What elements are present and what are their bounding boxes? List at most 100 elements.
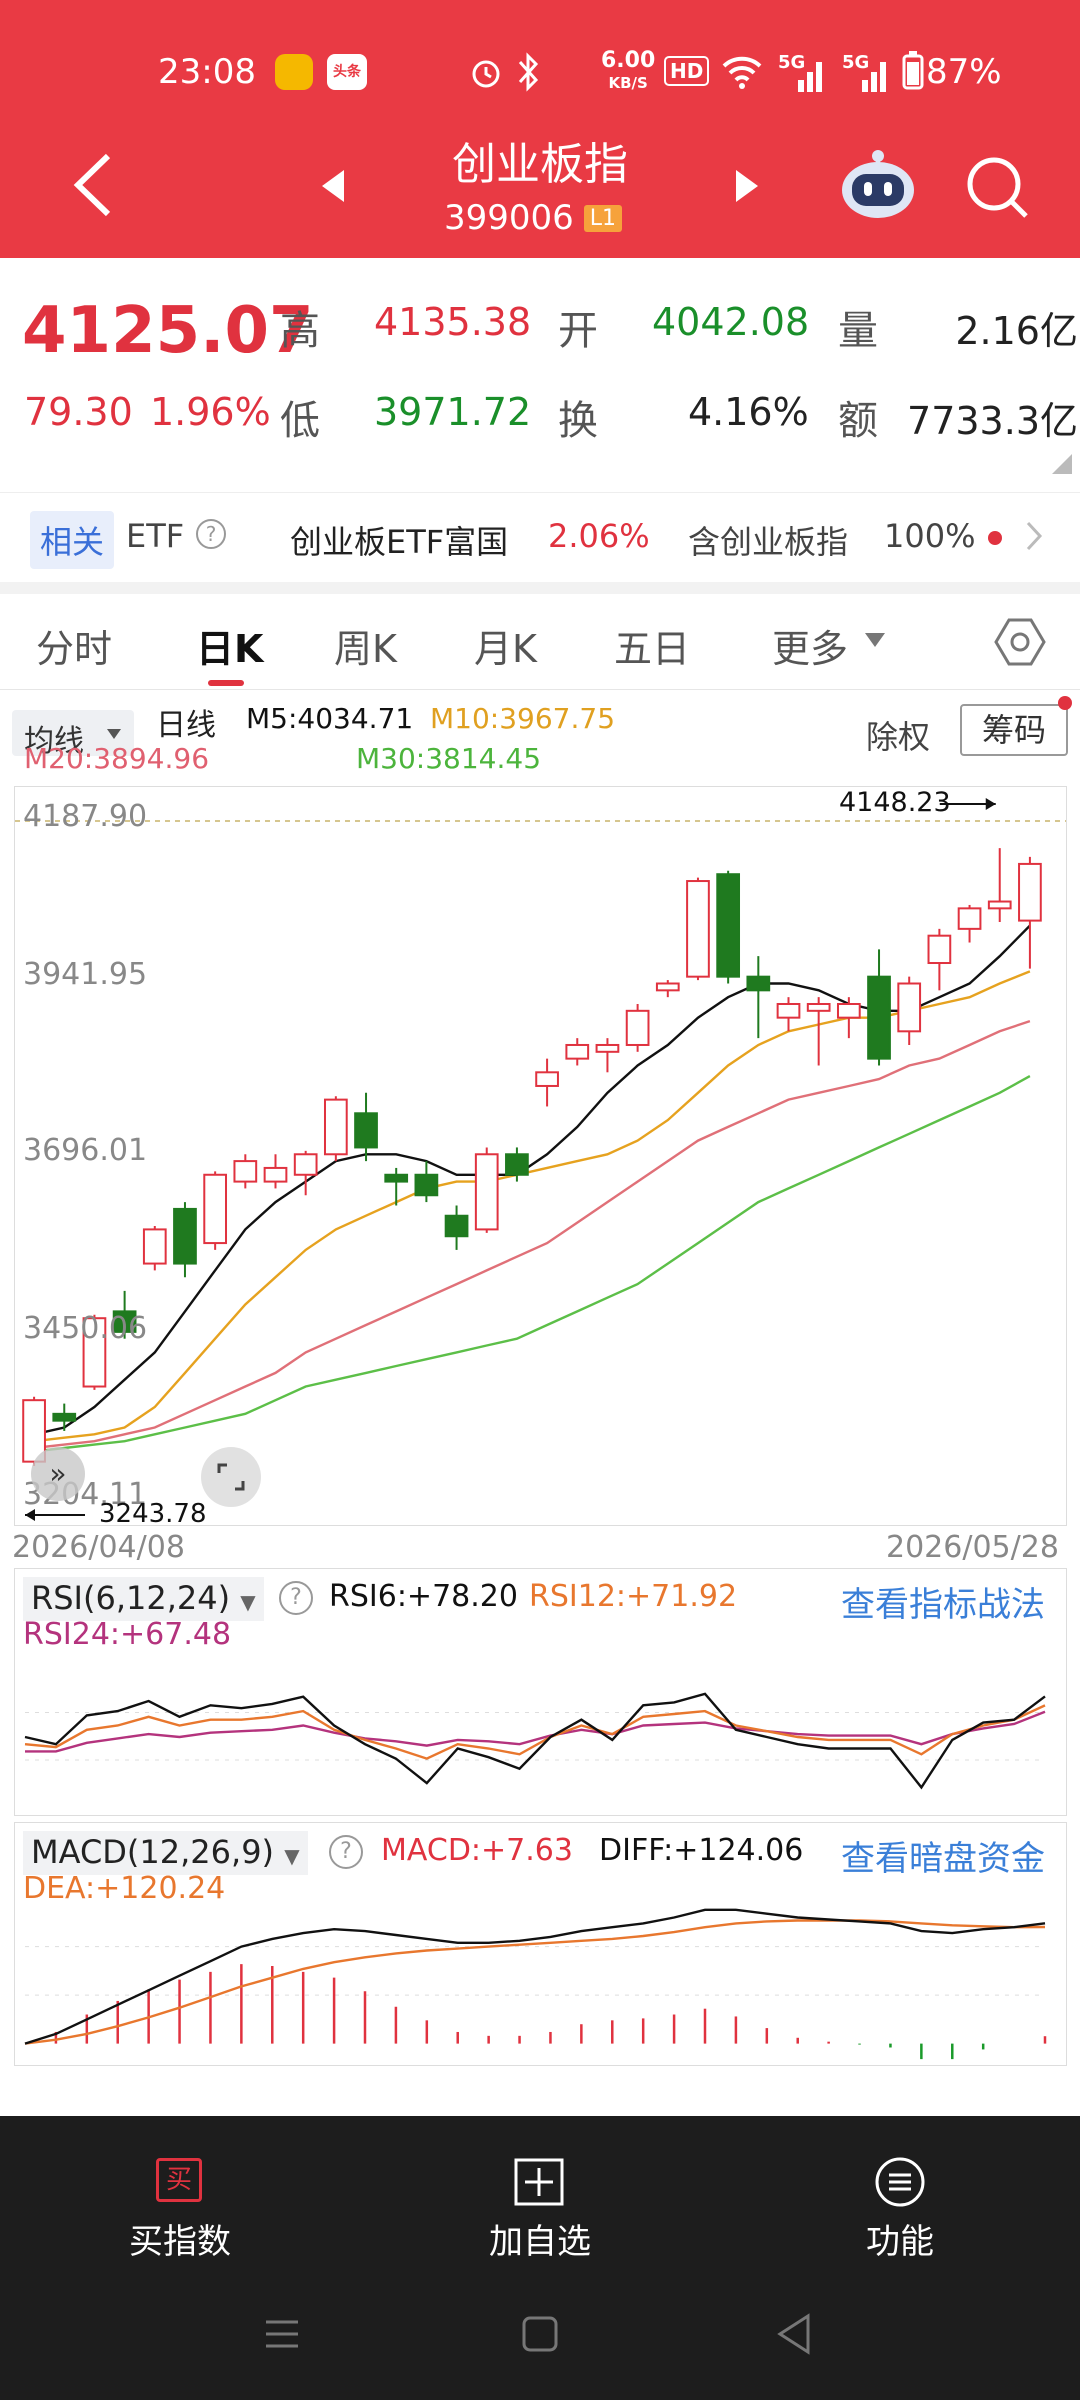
etf-change-pct: 2.06% xyxy=(548,517,650,555)
candle-body xyxy=(897,982,922,1033)
ma5-value: M5:4034.71 xyxy=(246,702,414,735)
open-value: 4042.08 xyxy=(652,300,810,344)
toutiao-icon: 头条 xyxy=(327,54,367,90)
candle-body xyxy=(173,1207,197,1265)
expand-sidebar-button[interactable]: » xyxy=(31,1447,85,1501)
level-badge: L1 xyxy=(583,204,623,232)
contains-label: 含创业板指 xyxy=(688,523,849,561)
buy-icon: 买 xyxy=(156,2158,202,2202)
ma20-value: M20:3894.96 xyxy=(24,742,210,775)
y-label-4: 3450.06 xyxy=(23,1311,148,1346)
battery-percent: 87% xyxy=(926,52,1002,92)
add-watchlist-button[interactable]: 加自选 xyxy=(440,2138,640,2268)
candle-body xyxy=(595,1043,620,1053)
quote-panel: 4125.07 79.30 1.96% 高 4135.38 开 4042.08 … xyxy=(0,258,1080,488)
nav-home-icon[interactable] xyxy=(520,2314,560,2354)
status-time: 23:08 xyxy=(158,52,256,92)
candle-body xyxy=(354,1112,378,1149)
candle-body xyxy=(505,1153,529,1176)
candle-body xyxy=(776,1002,801,1019)
volume-value: 2.16亿 xyxy=(955,309,1078,353)
candle-body xyxy=(233,1160,258,1183)
candle-body xyxy=(535,1071,559,1087)
chips-button[interactable]: 筹码 xyxy=(960,704,1068,756)
buy-index-label: 买指数 xyxy=(129,2222,231,2262)
expand-corner-icon[interactable] xyxy=(1052,454,1072,474)
high-label: 高 xyxy=(280,308,320,354)
signal-icon xyxy=(862,62,886,92)
tab-more[interactable]: 更多 xyxy=(772,618,848,673)
candle-body xyxy=(867,975,891,1060)
end-date: 2026/05/28 xyxy=(886,1530,1059,1565)
low-value: 3971.72 xyxy=(374,390,532,434)
candle-body xyxy=(987,900,1012,910)
nav-recents-icon[interactable] xyxy=(262,2314,302,2354)
add-watchlist-label: 加自选 xyxy=(489,2222,591,2262)
hd-badge: HD xyxy=(664,56,710,86)
candle-body xyxy=(957,907,982,930)
candle-body xyxy=(203,1173,228,1245)
ma-legend-bar: 均线 日线 M5:4034.71 M10:3967.75 M20:3894.96… xyxy=(0,692,1080,784)
nav-back-icon[interactable] xyxy=(774,2312,814,2356)
rsi-panel: RSI(6,12,24) ▼ ? RSI6:+78.20 RSI12:+71.9… xyxy=(14,1568,1067,1816)
tab-intraday[interactable]: 分时 xyxy=(36,618,112,673)
fullscreen-button[interactable] xyxy=(201,1447,261,1507)
candle-body xyxy=(263,1166,288,1183)
exright-button[interactable]: 除权 xyxy=(866,712,930,758)
candle-body xyxy=(384,1173,409,1183)
wifi-icon xyxy=(722,56,762,89)
candle-body xyxy=(1018,862,1042,922)
candle-body xyxy=(52,1412,77,1422)
chevron-right-icon[interactable] xyxy=(1024,519,1044,553)
diff-line xyxy=(24,1908,1046,2045)
tab-weekly-k[interactable]: 周K xyxy=(334,618,397,673)
high-value: 4135.38 xyxy=(374,300,532,344)
etf-name[interactable]: 创业板ETF富国 xyxy=(290,517,508,563)
candle-body xyxy=(474,1153,499,1231)
function-button[interactable]: 功能 xyxy=(800,2138,1000,2268)
robot-assistant-icon[interactable] xyxy=(838,148,918,222)
candle-body xyxy=(293,1153,318,1176)
ma10-value: M10:3967.75 xyxy=(430,702,616,735)
tab-five-day[interactable]: 五日 xyxy=(614,618,690,673)
low-label: 低 xyxy=(280,398,320,444)
settings-hexagon-icon[interactable] xyxy=(994,616,1046,668)
candle-body xyxy=(806,1002,831,1012)
red-dot xyxy=(988,531,1002,545)
fullscreen-icon xyxy=(217,1463,245,1491)
max-price-annotation: 4148.23 xyxy=(839,787,951,818)
candle-body xyxy=(686,880,710,978)
stock-code: 399006 xyxy=(444,198,574,238)
candle-body xyxy=(565,1043,590,1060)
caret-down-icon[interactable] xyxy=(864,632,886,648)
alarm-icon xyxy=(472,60,500,88)
candle-body xyxy=(716,873,741,978)
stock-title: 创业板指 xyxy=(452,139,628,190)
amount-value: 7733.3亿 xyxy=(907,399,1078,443)
kline-chart[interactable]: 4187.90 3941.95 3696.01 3450.06 3204.11 … xyxy=(14,786,1067,1529)
search-icon[interactable] xyxy=(962,152,1032,222)
weibo-icon xyxy=(275,54,313,90)
max-arrow-head xyxy=(985,798,996,810)
weight-value: 100% xyxy=(884,517,976,555)
help-icon[interactable]: ? xyxy=(196,519,226,549)
y-label-3: 3696.01 xyxy=(23,1133,148,1168)
prev-stock-icon[interactable] xyxy=(318,168,348,204)
menu-circle-icon xyxy=(875,2157,925,2207)
back-arrow-icon[interactable] xyxy=(68,150,118,220)
bluetooth-icon xyxy=(518,52,539,92)
ma30-value: M30:3814.45 xyxy=(356,742,542,775)
signal-icon xyxy=(798,62,822,92)
related-etf-row[interactable]: 相关 ETF ? 创业板ETF富国 2.06% 含创业板指 100% xyxy=(0,492,1080,582)
buy-index-button[interactable]: 买 买指数 xyxy=(80,2138,280,2268)
tab-daily-k[interactable]: 日K xyxy=(196,618,263,673)
candle-body xyxy=(655,982,680,992)
tab-monthly-k[interactable]: 月K xyxy=(474,618,537,673)
price-change: 79.30 xyxy=(24,390,133,434)
price-change-pct: 1.96% xyxy=(150,390,271,434)
caret-down-icon xyxy=(107,729,121,739)
candle-body xyxy=(414,1173,439,1197)
next-stock-icon[interactable] xyxy=(732,168,762,204)
volume-label: 量 xyxy=(838,308,878,354)
macd-panel: MACD(12,26,9) ▼ ? MACD:+7.63 DIFF:+124.0… xyxy=(14,1822,1067,2066)
